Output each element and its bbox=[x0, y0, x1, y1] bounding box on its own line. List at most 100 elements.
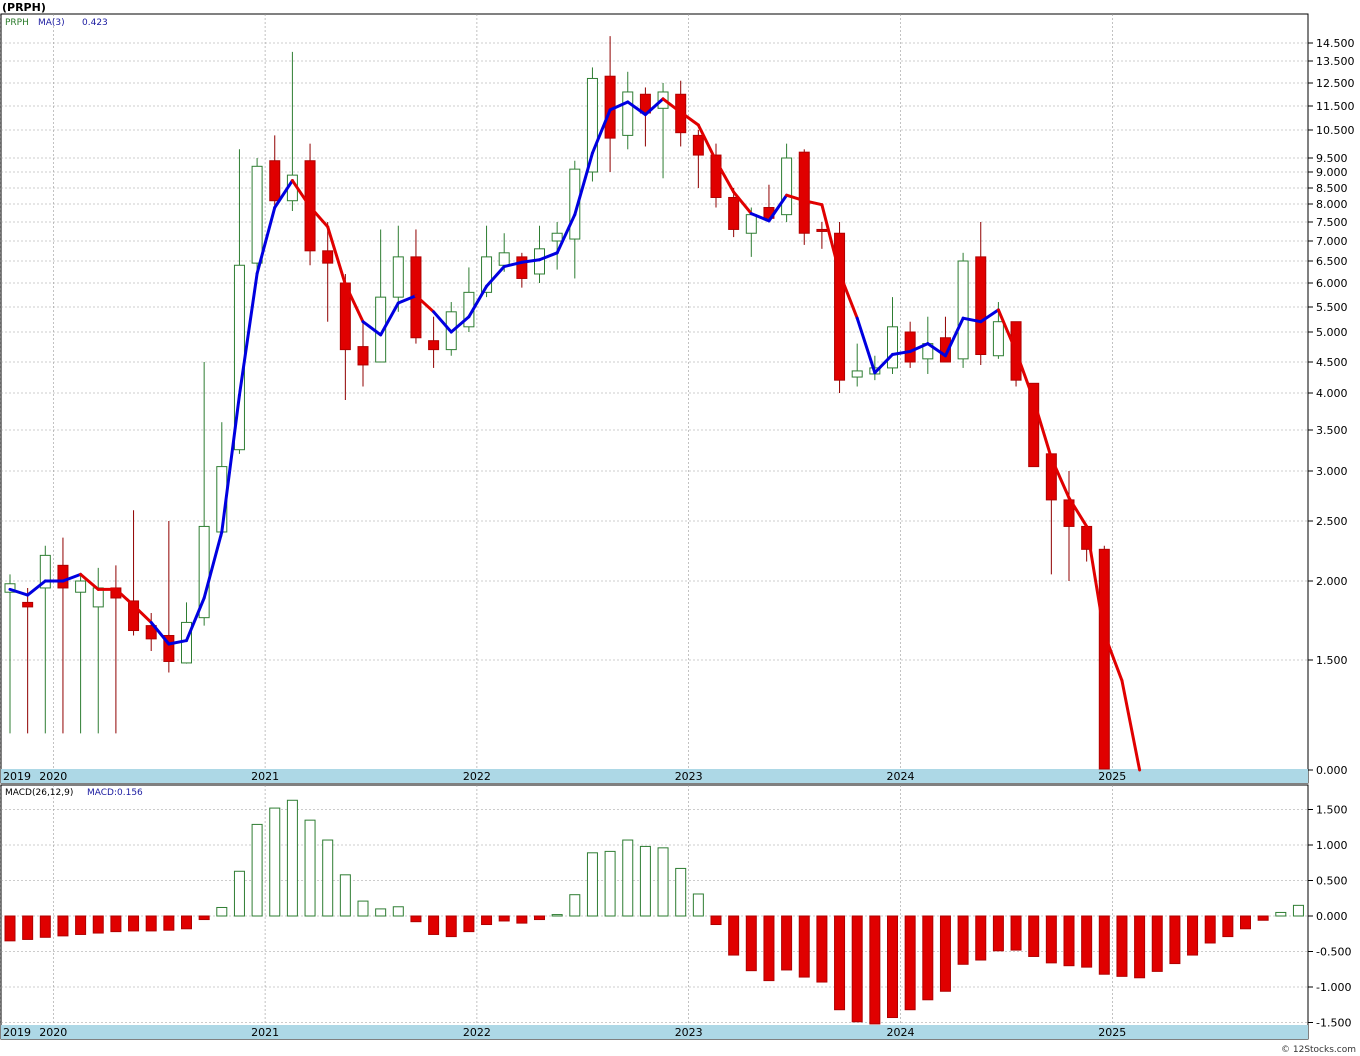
macd-bar-positive bbox=[1275, 911, 1287, 917]
macd-tick-label: 1.000 bbox=[1316, 839, 1348, 852]
candle-down bbox=[904, 331, 916, 363]
price-tick-label: 3.500 bbox=[1316, 424, 1348, 437]
candle-down bbox=[322, 250, 334, 264]
candle-up bbox=[75, 580, 87, 593]
macd-bar-positive bbox=[357, 900, 369, 917]
macd-bar-negative bbox=[869, 915, 881, 1025]
price-tick-label: 9.000 bbox=[1316, 166, 1348, 179]
macd-x-label: 2019 bbox=[3, 1026, 31, 1039]
macd-bar-negative bbox=[481, 915, 493, 926]
macd-tick-label: -0.500 bbox=[1316, 946, 1351, 959]
candle-down bbox=[22, 601, 34, 608]
price-x-label: 2019 bbox=[3, 770, 31, 783]
price-x-label: 2024 bbox=[887, 770, 915, 783]
macd-bar-positive bbox=[251, 823, 263, 917]
price-legend-symbol: PRPH bbox=[5, 18, 29, 28]
macd-tick-label: -1.000 bbox=[1316, 981, 1351, 994]
price-x-label: 2023 bbox=[675, 770, 703, 783]
macd-bar-negative bbox=[1222, 915, 1234, 938]
macd-bar-negative bbox=[1134, 915, 1146, 979]
macd-bar-positive bbox=[604, 850, 616, 917]
macd-bar-negative bbox=[745, 915, 757, 972]
macd-bar-negative bbox=[110, 915, 122, 933]
candle-down bbox=[269, 160, 281, 202]
macd-bar-negative bbox=[75, 915, 87, 935]
macd-bar-negative bbox=[975, 915, 987, 961]
candle-down bbox=[57, 564, 69, 589]
candle-down bbox=[816, 228, 828, 232]
macd-bar-negative bbox=[728, 915, 740, 956]
macd-x-label: 2022 bbox=[463, 1026, 491, 1039]
macd-bar-negative bbox=[57, 915, 69, 937]
price-tick-label: 8.000 bbox=[1316, 198, 1348, 211]
price-tick-label: 7.000 bbox=[1316, 235, 1348, 248]
macd-bar-negative bbox=[992, 915, 1004, 952]
macd-bar-negative bbox=[92, 915, 104, 934]
macd-bar-negative bbox=[463, 915, 475, 933]
macd-bar-positive bbox=[692, 893, 704, 917]
candle-up bbox=[781, 157, 793, 216]
candle-down bbox=[975, 256, 987, 356]
macd-bar-positive bbox=[286, 799, 298, 917]
candle-up bbox=[251, 165, 263, 264]
macd-bar-negative bbox=[922, 915, 934, 1001]
candle-up bbox=[498, 252, 510, 266]
price-tick-label: 14.500 bbox=[1316, 37, 1355, 50]
macd-bar-negative bbox=[1257, 915, 1269, 921]
price-tick-label: 12.500 bbox=[1316, 77, 1355, 90]
macd-bar-negative bbox=[710, 915, 722, 926]
price-tick-label: 6.000 bbox=[1316, 277, 1348, 290]
price-tick-label: 2.000 bbox=[1316, 575, 1348, 588]
price-tick-label: 8.500 bbox=[1316, 182, 1348, 195]
macd-bar-negative bbox=[498, 915, 510, 922]
macd-bar-negative bbox=[834, 915, 846, 1011]
price-tick-label: 13.500 bbox=[1316, 55, 1355, 68]
price-x-label: 2022 bbox=[463, 770, 491, 783]
price-x-label: 2020 bbox=[39, 770, 67, 783]
macd-tick-label: -1.500 bbox=[1316, 1017, 1351, 1030]
price-tick-label: 4.000 bbox=[1316, 387, 1348, 400]
macd-tick-label: 0.000 bbox=[1316, 910, 1348, 923]
candle-up bbox=[992, 321, 1004, 357]
macd-bar-negative bbox=[1151, 915, 1163, 972]
macd-bar-negative bbox=[957, 915, 969, 965]
candle-up bbox=[392, 256, 404, 298]
macd-x-label: 2023 bbox=[675, 1026, 703, 1039]
macd-bar-negative bbox=[816, 915, 828, 983]
macd-x-label: 2024 bbox=[887, 1026, 915, 1039]
macd-bar-negative bbox=[1063, 915, 1075, 967]
macd-bar-negative bbox=[1240, 915, 1251, 930]
macd-bar-negative bbox=[1010, 915, 1022, 951]
candle-up bbox=[622, 91, 634, 136]
macd-bar-positive bbox=[375, 908, 387, 917]
macd-bar-positive bbox=[1292, 904, 1304, 917]
price-tick-label: 0.000 bbox=[1316, 764, 1348, 777]
macd-bar-negative bbox=[163, 915, 175, 931]
price-tick-label: 5.000 bbox=[1316, 326, 1348, 339]
macd-bar-negative bbox=[22, 915, 34, 940]
macd-bar-negative bbox=[128, 915, 140, 932]
candle-up bbox=[957, 260, 969, 360]
macd-bar-positive bbox=[551, 914, 563, 917]
price-tick-label: 5.500 bbox=[1316, 301, 1348, 314]
macd-bar-negative bbox=[516, 915, 528, 924]
macd-bar-positive bbox=[586, 852, 598, 917]
footer-credit: © 12Stocks.com bbox=[1281, 1045, 1356, 1055]
macd-bar-negative bbox=[1204, 915, 1216, 944]
macd-bar-positive bbox=[639, 845, 651, 917]
price-x-label: 2021 bbox=[251, 770, 279, 783]
macd-bar-positive bbox=[216, 906, 228, 917]
macd-bar-negative bbox=[428, 915, 440, 935]
macd-bar-positive bbox=[322, 839, 334, 917]
macd-bar-negative bbox=[145, 915, 157, 932]
macd-bar-negative bbox=[39, 915, 51, 938]
candle-down bbox=[692, 134, 704, 156]
macd-bar-negative bbox=[1098, 915, 1110, 975]
macd-legend-value: MACD:0.156 bbox=[87, 788, 143, 798]
candle-down bbox=[357, 346, 369, 366]
macd-bar-negative bbox=[181, 915, 192, 930]
macd-bar-positive bbox=[675, 867, 687, 917]
macd-bar-positive bbox=[339, 874, 351, 917]
price-legend-ma-value: 0.423 bbox=[82, 18, 108, 28]
price-tick-label: 11.500 bbox=[1316, 100, 1355, 113]
